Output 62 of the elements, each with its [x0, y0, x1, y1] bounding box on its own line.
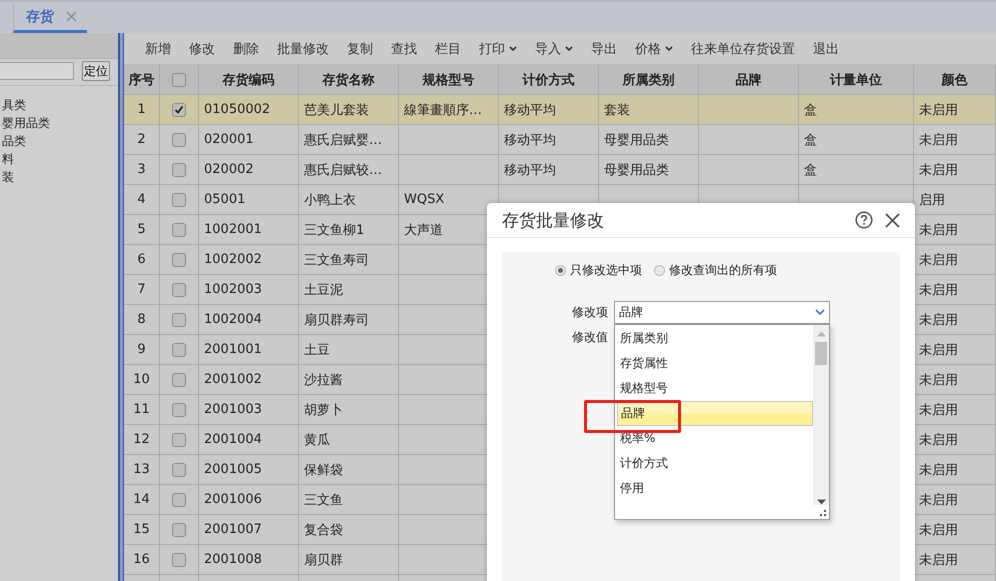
table-cell-text: 線筆畫順序…	[404, 102, 482, 118]
table-cell-text: 三文鱼柳1	[304, 222, 364, 238]
table-cell: 020001	[204, 132, 254, 147]
table-cell: 2001005	[204, 462, 262, 477]
table-cell-text: 土豆	[304, 342, 330, 358]
table-cell-text: 未启用	[919, 312, 958, 328]
table-cell: 1002002	[204, 252, 262, 267]
table-cell: 01050002	[204, 102, 270, 117]
table-cell-text: 未启用	[919, 222, 958, 238]
table-cell-text: 惠氏启赋婴…	[304, 132, 382, 148]
field-label: 修改项	[572, 304, 609, 321]
table-cell-text: 保鲜袋	[304, 462, 343, 478]
table-cell-text: 母婴用品类	[604, 132, 669, 148]
table-cell: 1002004	[204, 312, 262, 327]
table-cell-text: 扇贝群	[304, 552, 343, 568]
table-cell-text: 沙拉酱	[304, 372, 343, 388]
field-label: 修改值	[572, 329, 609, 346]
table-cell: 2001002	[204, 372, 262, 387]
table-cell-text: 惠氏启赋较…	[304, 162, 382, 178]
table-cell: 2001001	[204, 342, 262, 357]
table-cell-text: 移动平均	[504, 162, 556, 178]
table-cell-text: 未启用	[919, 372, 958, 388]
table-cell-text: 移动平均	[504, 132, 556, 148]
table-cell: 1002003	[204, 282, 262, 297]
table-cell-text: 未启用	[919, 492, 958, 508]
table-cell: 2001007	[204, 522, 262, 537]
table-cell-text: 复合袋	[304, 522, 343, 538]
table-cell: 1002001	[204, 222, 262, 237]
table-cell-text: 扇贝群寿司	[304, 312, 369, 328]
table-cell-text: 小鸭上衣	[304, 192, 356, 208]
table-cell: 05001	[204, 192, 246, 207]
table-cell-text: 套装	[604, 102, 630, 118]
table-cell: 2001006	[204, 492, 262, 507]
table-cell-text: 母婴用品类	[604, 162, 669, 178]
table-cell-text: 大声道	[404, 222, 443, 238]
table-cell-text: 黄瓜	[304, 432, 330, 448]
table-cell-text: 三文鱼	[304, 492, 343, 508]
table-cell-text: 未启用	[919, 522, 958, 538]
table-cell: 2001004	[204, 432, 262, 447]
table-cell-text: 盒	[804, 162, 817, 178]
table-cell-text: 未启用	[919, 552, 958, 568]
table-cell: 2001008	[204, 552, 262, 567]
table-cell-text: 未启用	[919, 282, 958, 298]
table-cell-text: 未启用	[919, 132, 958, 148]
table-cell-text: 未启用	[919, 432, 958, 448]
table-cell-text: 三文鱼寿司	[304, 252, 369, 268]
table-cell-text: 未启用	[919, 252, 958, 268]
table-cell-text: 土豆泥	[304, 282, 343, 298]
table-cell-text: 未启用	[919, 462, 958, 478]
table-cell-text: 移动平均	[504, 102, 556, 118]
table-cell-text: 盒	[804, 102, 817, 118]
table-cell-text: 未启用	[919, 402, 958, 418]
table-cell-text: 未启用	[919, 102, 958, 118]
table-cell-text: 未启用	[919, 162, 958, 178]
table-cell-text: 盒	[804, 132, 817, 148]
table-cell: 020002	[204, 162, 254, 177]
table-cell: 2001003	[204, 402, 262, 417]
table-cell-text: 未启用	[919, 342, 958, 358]
table-cell-text: 胡萝卜	[304, 402, 343, 418]
table-cell: WQSX	[404, 192, 444, 207]
table-cell-text: 启用	[919, 192, 945, 208]
table-cell-text: 芭美儿套装	[304, 102, 369, 118]
